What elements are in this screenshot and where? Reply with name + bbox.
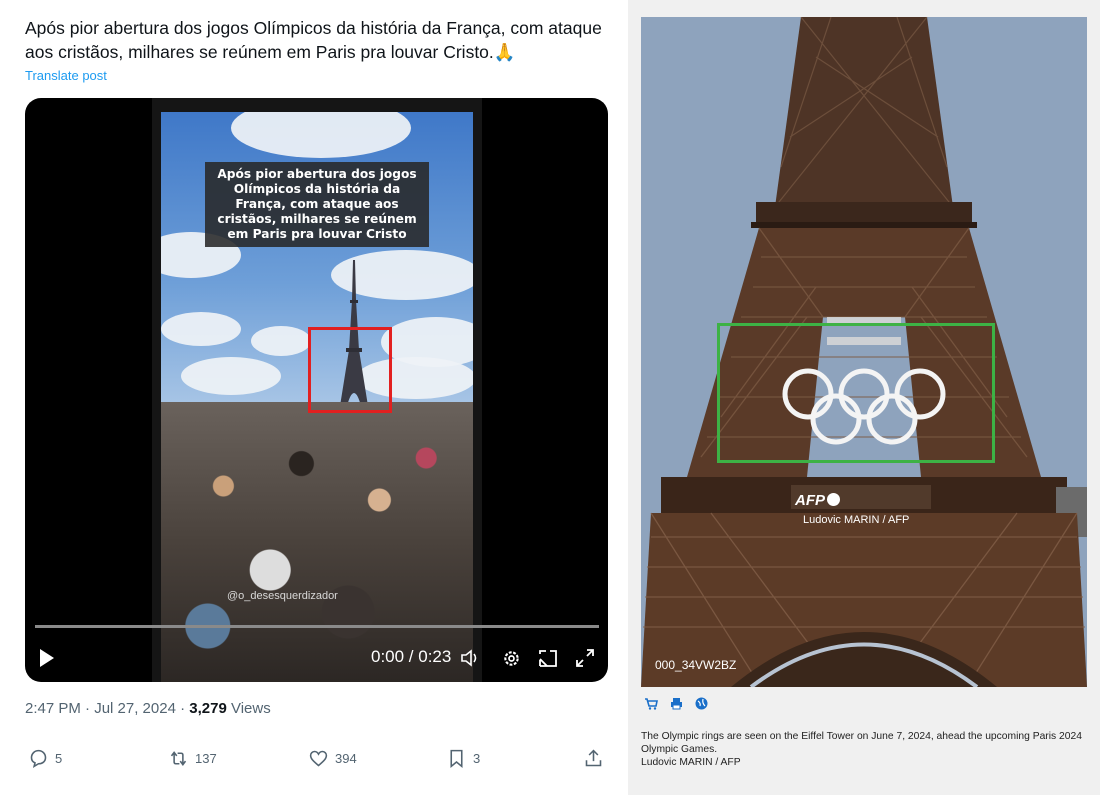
heart-icon	[309, 750, 328, 767]
photo-caption: The Olympic rings are seen on the Eiffel…	[641, 730, 1091, 769]
cart-icon[interactable]	[644, 697, 658, 710]
like-button[interactable]: 394	[308, 748, 357, 769]
highlight-box-green	[717, 323, 995, 463]
video-caption: Após pior abertura dos jogos Olímpicos d…	[205, 162, 429, 247]
photo-actions	[644, 697, 708, 710]
afp-logo: AFP	[795, 492, 840, 509]
bookmark-button[interactable]: 3	[446, 748, 480, 769]
tweet-meta: 2:47 PM · Jul 27, 2024 · 3,279 Views	[25, 700, 271, 717]
bookmark-icon	[450, 749, 463, 769]
share-icon	[585, 749, 602, 767]
photo-panel: AFP Ludovic MARIN / AFP 000_34VW2BZ The …	[628, 0, 1100, 795]
video-player[interactable]: Após pior abertura dos jogos Olímpicos d…	[25, 98, 608, 682]
repost-count: 137	[195, 751, 217, 766]
settings-gear-icon[interactable]	[502, 649, 521, 668]
photo-id: 000_34VW2BZ	[655, 658, 737, 672]
crowd	[161, 402, 473, 682]
video-progress-bar[interactable]	[35, 625, 599, 628]
like-count: 394	[335, 751, 357, 766]
reply-count: 5	[55, 751, 63, 766]
tweet-card: Após pior abertura dos jogos Olímpicos d…	[0, 0, 620, 795]
tweet-text: Após pior abertura dos jogos Olímpicos d…	[25, 18, 602, 62]
photo-caption-text: The Olympic rings are seen on the Eiffel…	[641, 731, 1082, 755]
reply-button[interactable]: 5	[28, 748, 62, 769]
video-scene: Após pior abertura dos jogos Olímpicos d…	[161, 112, 473, 682]
globe-icon[interactable]	[695, 697, 708, 710]
photo-caption-credit: Ludovic MARIN / AFP	[641, 757, 741, 768]
video-time: 0:00 / 0:23	[371, 647, 452, 666]
bookmark-count: 3	[473, 751, 481, 766]
repost-icon	[170, 751, 187, 766]
photo-credit-overlay: Ludovic MARIN / AFP	[803, 514, 910, 526]
volume-icon[interactable]	[461, 649, 481, 667]
views-label: Views	[226, 700, 271, 717]
picture-in-picture-icon[interactable]	[538, 649, 558, 668]
tweet-actions: 5 137 394 3	[25, 748, 610, 774]
highlight-box-red	[308, 327, 392, 413]
tweet-timestamp[interactable]: 2:47 PM · Jul 27, 2024 ·	[25, 700, 189, 717]
repost-button[interactable]: 137	[168, 748, 217, 769]
play-icon[interactable]	[40, 649, 54, 667]
video-watermark: @o_desesquerdizador	[227, 590, 338, 602]
reply-icon	[30, 749, 47, 769]
fullscreen-icon[interactable]	[575, 648, 595, 668]
eiffel-tower-photo[interactable]: AFP Ludovic MARIN / AFP 000_34VW2BZ	[641, 17, 1087, 687]
views-count: 3,279	[189, 700, 227, 717]
translate-post-link[interactable]: Translate post	[25, 68, 107, 83]
print-icon[interactable]	[670, 697, 683, 710]
share-button[interactable]	[583, 748, 604, 769]
